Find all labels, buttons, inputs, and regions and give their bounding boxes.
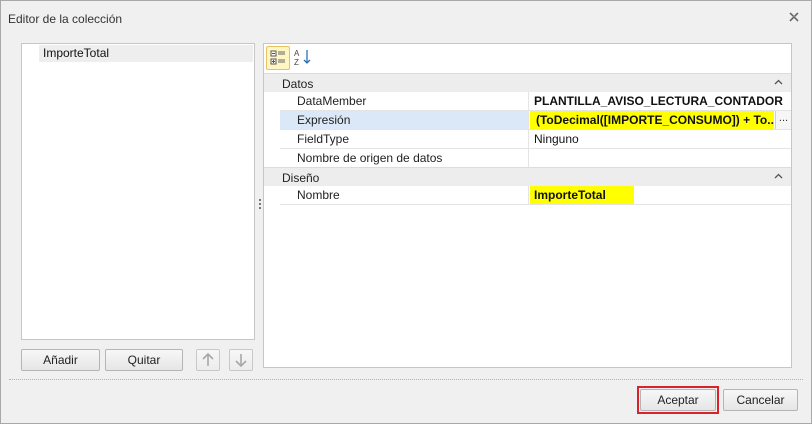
alphabetical-sort-icon: A Z (294, 49, 311, 67)
arrow-down-icon (235, 354, 247, 368)
list-item[interactable]: ImporteTotal (39, 45, 253, 62)
footer-separator (9, 379, 803, 380)
window-title: Editor de la colección (8, 12, 123, 26)
category-datos[interactable]: Datos (264, 73, 791, 92)
move-down-button[interactable] (229, 349, 253, 371)
collection-editor-dialog: Editor de la colección ImporteTotal Añad… (0, 0, 812, 424)
property-name: DataMember (280, 92, 529, 110)
property-value[interactable]: ImporteTotal (530, 186, 634, 204)
ellipsis-button[interactable]: ... (775, 111, 791, 129)
categorized-button[interactable] (266, 46, 290, 70)
title-bar: Editor de la colección (1, 1, 811, 35)
property-row-expresion[interactable]: Expresión (ToDecimal([IMPORTE_CONSUMO]) … (280, 111, 791, 130)
svg-text:A: A (294, 49, 300, 58)
arrow-up-icon (202, 352, 214, 366)
alphabetical-button[interactable]: A Z (292, 46, 316, 70)
property-grid-toolbar: A Z (264, 44, 791, 72)
category-label: Diseño (282, 171, 320, 185)
property-name: Nombre de origen de datos (280, 149, 529, 167)
collapse-icon[interactable] (774, 78, 783, 87)
property-value[interactable]: Ninguno (530, 130, 579, 148)
add-button-label: Añadir (43, 353, 78, 367)
collapse-icon[interactable] (774, 172, 783, 181)
category-label: Datos (282, 77, 314, 91)
cancel-button-label: Cancelar (736, 393, 785, 407)
property-value[interactable]: PLANTILLA_AVISO_LECTURA_CONTADOR (530, 92, 783, 110)
remove-button-label: Quitar (127, 353, 161, 367)
property-grid[interactable]: A Z Datos DataMember PLANTILLA_AVISO_LEC… (263, 43, 792, 368)
move-up-button[interactable] (196, 349, 220, 371)
property-row-fieldtype[interactable]: FieldType Ninguno (280, 130, 791, 149)
collection-list[interactable]: ImporteTotal (21, 43, 255, 340)
property-value[interactable] (530, 149, 534, 167)
property-name: FieldType (280, 130, 529, 148)
ok-button-label: Aceptar (657, 393, 699, 407)
property-row-nombre[interactable]: Nombre ImporteTotal (280, 186, 791, 205)
property-name: Expresión (280, 111, 529, 129)
property-name: Nombre (280, 186, 529, 204)
splitter-grip[interactable] (258, 199, 262, 213)
add-button[interactable]: Añadir (21, 349, 100, 371)
property-row-origen-datos[interactable]: Nombre de origen de datos (280, 149, 791, 168)
cancel-button[interactable]: Cancelar (723, 389, 798, 411)
property-value[interactable]: (ToDecimal([IMPORTE_CONSUMO]) + To... (530, 111, 774, 129)
remove-button[interactable]: Quitar (105, 349, 183, 371)
svg-text:Z: Z (294, 58, 299, 67)
close-icon[interactable] (788, 11, 800, 23)
categorized-icon (270, 50, 285, 65)
ok-button[interactable]: Aceptar (640, 389, 716, 411)
property-row-datamember[interactable]: DataMember PLANTILLA_AVISO_LECTURA_CONTA… (280, 92, 791, 111)
category-diseno[interactable]: Diseño (264, 167, 791, 186)
list-item-label: ImporteTotal (43, 46, 110, 60)
